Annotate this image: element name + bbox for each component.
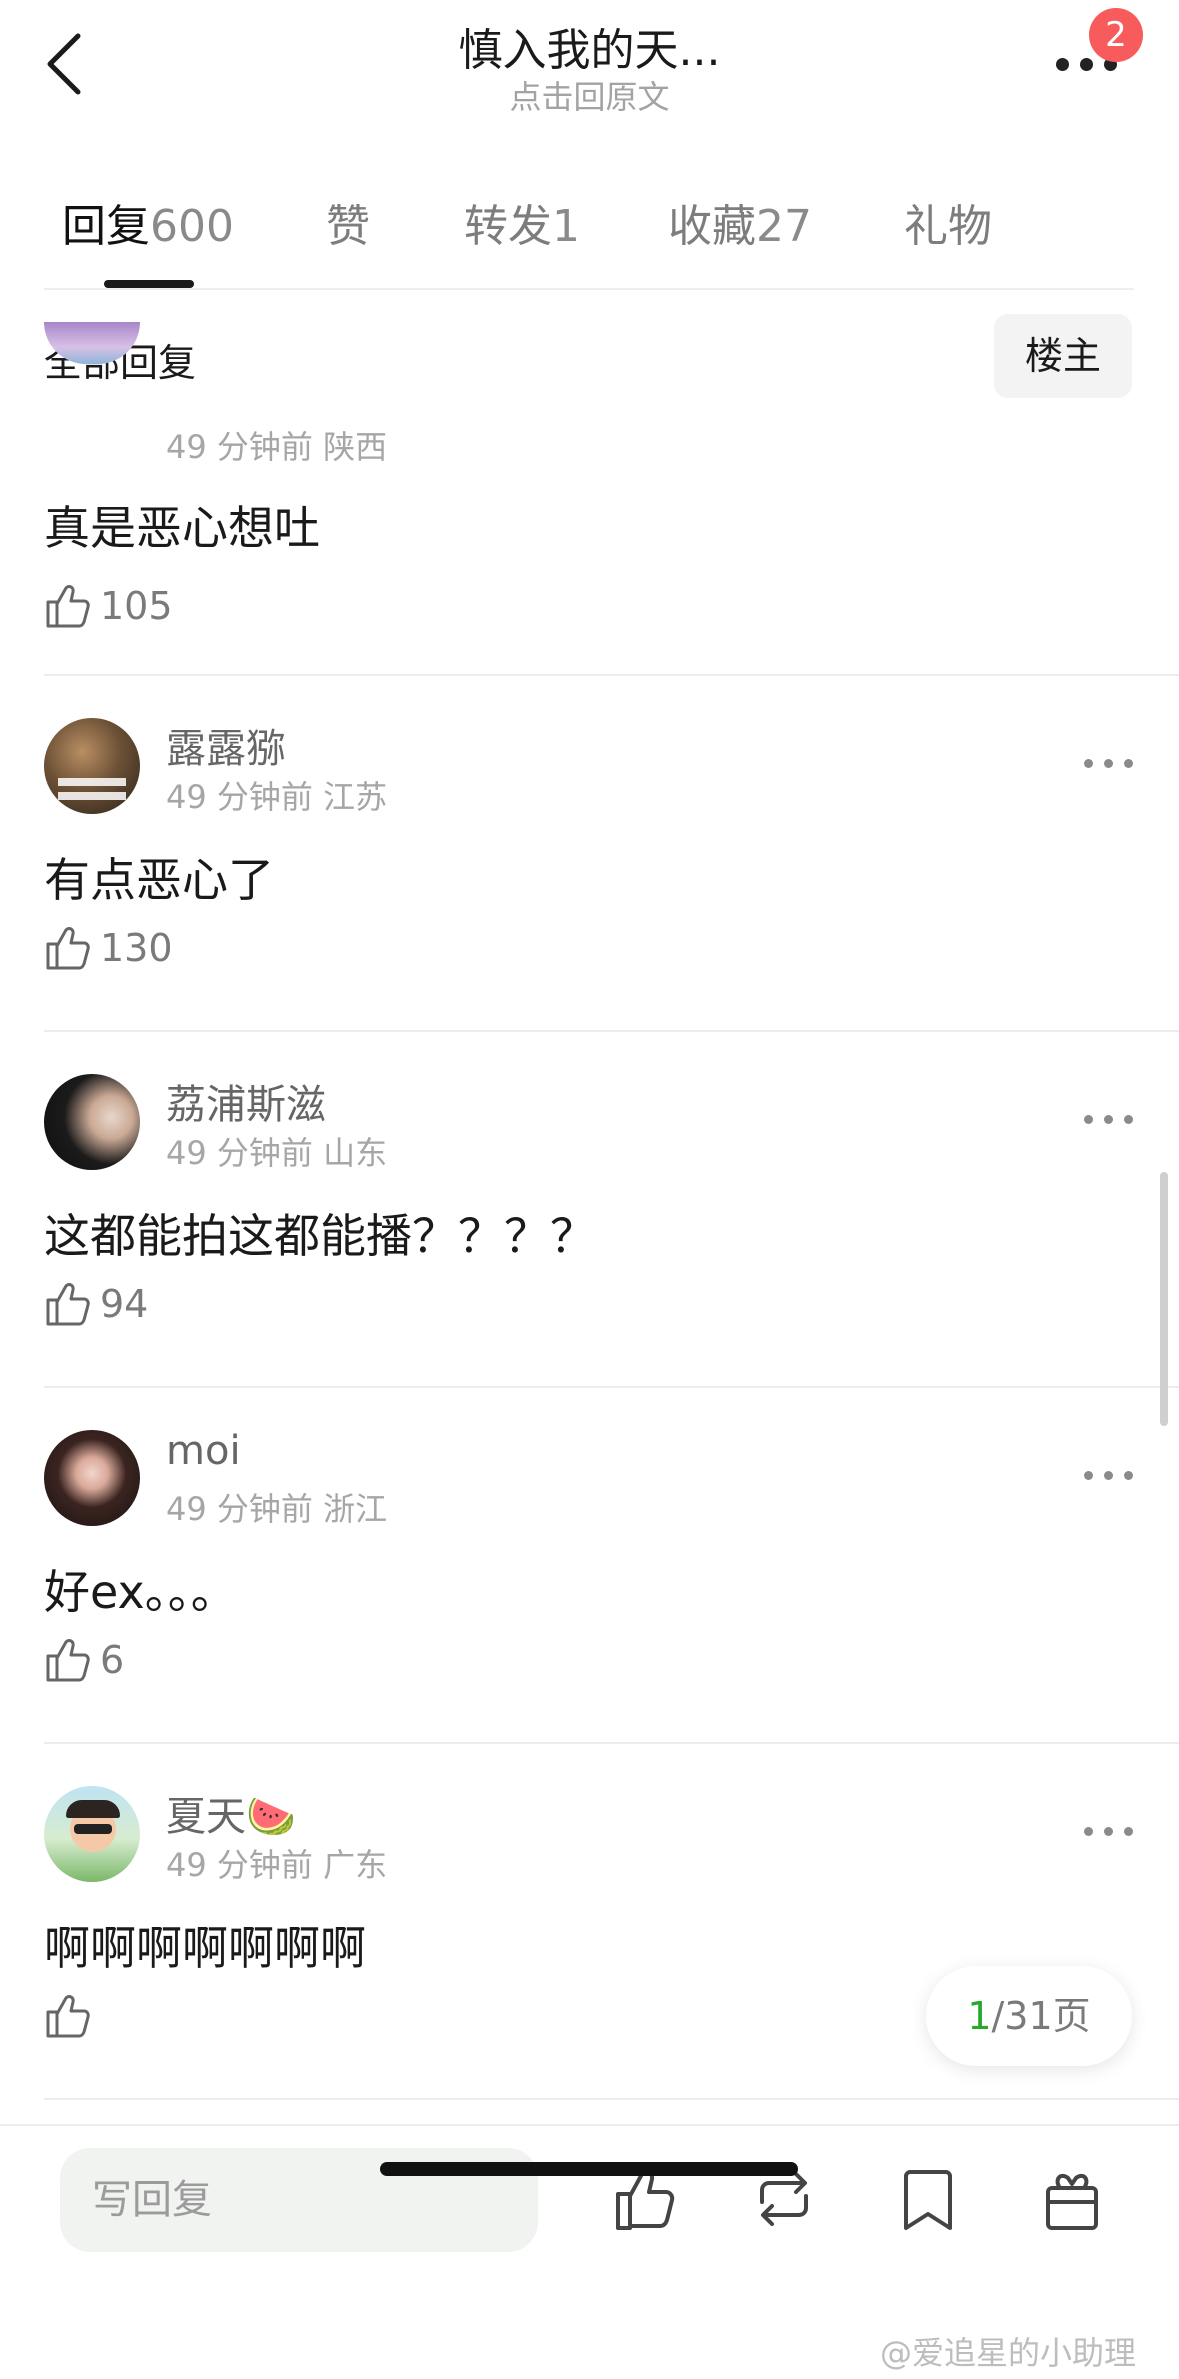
gift-button[interactable] <box>1040 2164 1104 2234</box>
comment-meta: 49 分钟前 浙江 <box>166 1484 387 1530</box>
back-to-original-link[interactable]: 点击回原文 <box>0 72 1179 118</box>
comment-location: 浙江 <box>323 1490 388 1528</box>
more-dots-icon <box>1084 1471 1093 1480</box>
tab-likes[interactable]: 赞 <box>326 190 370 254</box>
watermark: @爱追星的小助理 <box>880 2334 1137 2372</box>
bookmark-icon <box>904 2170 952 2230</box>
comment-more-button[interactable] <box>1084 1468 1134 1484</box>
comment-username[interactable]: moi <box>166 1428 241 1474</box>
comment-meta: 49 分钟前 广东 <box>166 1840 387 1886</box>
comment-text: 这都能拍这都能播？？？？ <box>44 1209 596 1263</box>
avatar[interactable] <box>44 718 140 814</box>
thumbs-up-icon <box>46 1283 90 1326</box>
avatar[interactable] <box>44 1786 140 1882</box>
comment-time: 49 分钟前 <box>166 1134 313 1172</box>
more-dots-icon <box>1084 1115 1093 1124</box>
thumbs-up-icon <box>46 927 90 970</box>
scrollbar[interactable] <box>1160 1172 1168 1426</box>
more-dots-icon <box>1056 58 1069 71</box>
comment-username[interactable]: 荔浦斯滋 <box>166 1072 326 1130</box>
avatar[interactable] <box>44 1430 140 1526</box>
comment-more-button[interactable] <box>1084 1112 1134 1128</box>
like-count: 94 <box>100 1282 149 1326</box>
page-current: 1 <box>967 1994 992 2038</box>
comment-meta: 49 分钟前 陕西 <box>166 422 387 468</box>
comment-username[interactable]: 露露猕 <box>166 716 286 774</box>
divider <box>44 288 1134 290</box>
comment-location: 广东 <box>323 1846 388 1884</box>
comment-time: 49 分钟前 <box>166 778 313 816</box>
comment-item[interactable]: 49 分钟前 陕西 真是恶心想吐 105 <box>0 322 1179 678</box>
tab-count: 600 <box>150 201 234 252</box>
more-dots-icon <box>1084 759 1093 768</box>
gift-icon <box>1046 2173 1098 2230</box>
comment-meta: 49 分钟前 江苏 <box>166 772 387 818</box>
comment-text: 好ex。。。 <box>44 1565 237 1619</box>
comment-more-button[interactable] <box>1084 756 1134 772</box>
active-tab-indicator <box>104 280 194 288</box>
tab-replies[interactable]: 回复600 <box>62 190 234 254</box>
thumbs-up-icon <box>46 1995 90 2038</box>
comment-meta: 49 分钟前 山东 <box>166 1128 387 1174</box>
tab-label: 转发 <box>464 201 552 252</box>
avatar[interactable] <box>44 1074 140 1170</box>
tab-label: 赞 <box>326 201 370 252</box>
like-count: 6 <box>100 1638 125 1682</box>
comment-location: 山东 <box>323 1134 388 1172</box>
bookmark-button[interactable] <box>896 2164 960 2234</box>
tab-label: 收藏 <box>668 201 756 252</box>
comment-time: 49 分钟前 <box>166 1490 313 1528</box>
tab-label: 礼物 <box>904 201 992 252</box>
comment-more-button[interactable] <box>1084 1824 1134 1840</box>
comment-time: 49 分钟前 <box>166 1846 313 1884</box>
comment-text: 真是恶心想吐 <box>44 501 320 555</box>
comment-time: 49 分钟前 <box>166 428 313 466</box>
tab-count: 1 <box>552 201 580 252</box>
comment-text: 有点恶心了 <box>44 853 274 907</box>
post-title[interactable]: 慎入我的天... <box>0 14 1179 78</box>
tab-gifts[interactable]: 礼物 <box>904 190 992 254</box>
home-indicator[interactable] <box>380 2162 798 2176</box>
comment-text: 啊啊啊啊啊啊啊 <box>44 1921 366 1975</box>
comment-location: 江苏 <box>323 778 388 816</box>
tab-count: 27 <box>756 201 812 252</box>
divider <box>44 2098 1179 2100</box>
thumbs-up-icon <box>46 1639 90 1682</box>
like-count: 105 <box>100 584 173 628</box>
notification-badge: 2 <box>1089 8 1143 62</box>
page-total: /31页 <box>991 1994 1091 2038</box>
top-nav-bar: 慎入我的天... 点击回原文 2 <box>0 0 1179 140</box>
thumbs-up-icon <box>46 585 90 628</box>
comment-username[interactable]: 夏天🍉 <box>166 1784 296 1842</box>
like-count: 130 <box>100 926 173 970</box>
tab-bar: 回复600 赞 转发1 收藏27 礼物 <box>0 190 1179 290</box>
more-dots-icon <box>1084 1827 1093 1836</box>
page-indicator[interactable]: 1/31页 <box>926 1966 1132 2066</box>
tab-favorites[interactable]: 收藏27 <box>668 190 812 254</box>
comment-location: 陕西 <box>323 428 388 466</box>
tab-reposts[interactable]: 转发1 <box>464 190 580 254</box>
comment-item[interactable]: moi 49 分钟前 浙江 好ex。。。 6 <box>0 1388 1179 1744</box>
tab-label: 回复 <box>62 201 150 252</box>
comment-item[interactable]: 荔浦斯滋 49 分钟前 山东 这都能拍这都能播？？？？ 94 <box>0 1032 1179 1388</box>
comment-item[interactable]: 露露猕 49 分钟前 江苏 有点恶心了 130 <box>0 676 1179 1032</box>
avatar[interactable] <box>44 322 140 364</box>
